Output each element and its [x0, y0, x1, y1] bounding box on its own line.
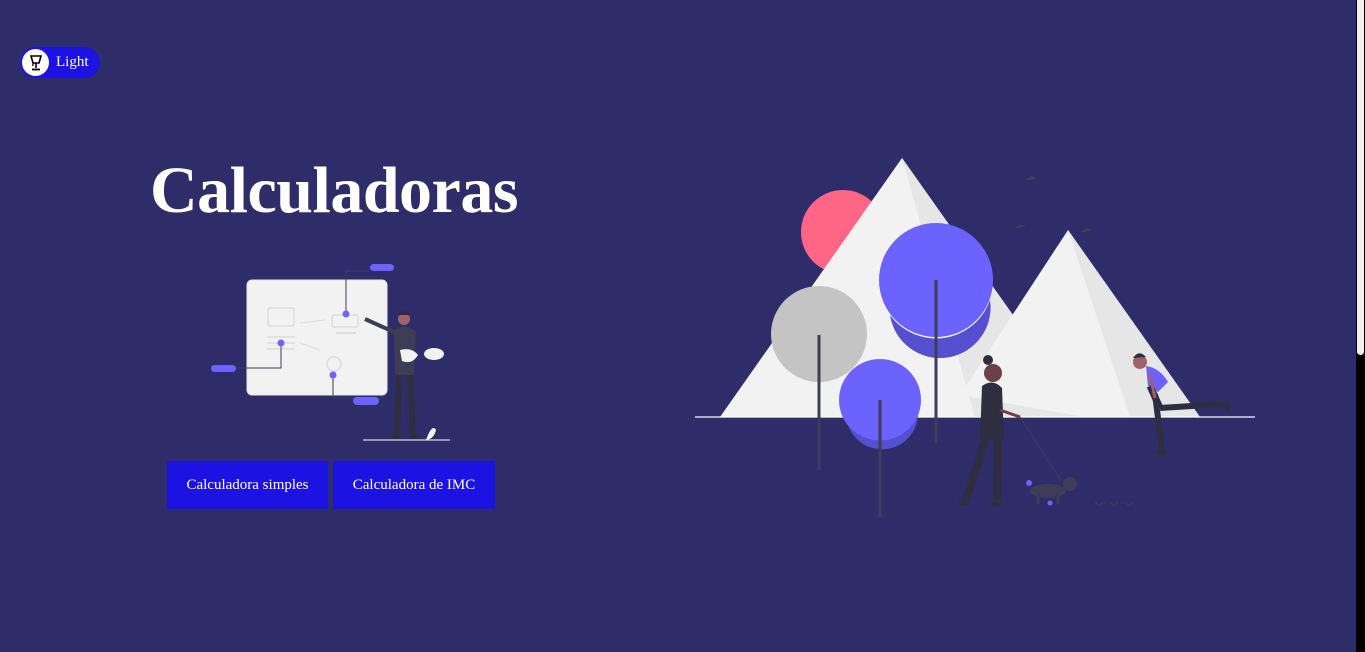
- theme-toggle-button[interactable]: Light: [20, 47, 100, 78]
- nature-walk-illustration: [695, 158, 1255, 517]
- presentation-illustration: [211, 264, 450, 441]
- calculadora-simples-button[interactable]: Calculadora simples: [167, 461, 328, 509]
- vertical-scrollbar[interactable]: [1356, 0, 1365, 652]
- lamp-icon: [22, 49, 49, 76]
- page-title: Calculadoras: [150, 154, 519, 227]
- scrollbar-thumb[interactable]: [1357, 0, 1364, 355]
- calculadora-imc-button[interactable]: Calculadora de IMC: [333, 461, 495, 509]
- theme-toggle-label: Light: [56, 54, 89, 70]
